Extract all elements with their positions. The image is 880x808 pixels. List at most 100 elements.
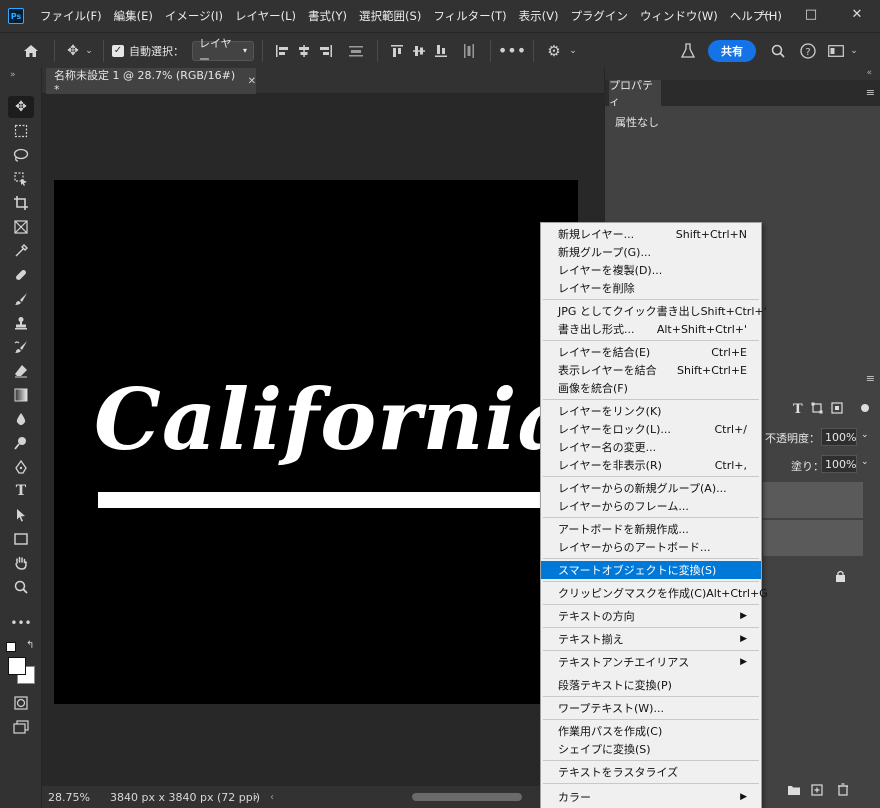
menu-item-convert-to-smart-object[interactable]: スマートオブジェクトに変換(S): [541, 561, 761, 579]
menu-item-new-layer[interactable]: 新規レイヤー... Shift+Ctrl+N: [541, 225, 761, 243]
new-group-icon[interactable]: [787, 784, 801, 799]
menu-item-link-layers[interactable]: レイヤーをリンク(K): [541, 402, 761, 420]
menu-item-delete-layer[interactable]: レイヤーを削除: [541, 279, 761, 297]
menu-item-color[interactable]: カラー ▶: [541, 788, 761, 806]
menu-layer[interactable]: レイヤー(L): [229, 8, 302, 24]
menu-item-convert-to-paragraph-text[interactable]: 段落テキストに変換(P): [541, 676, 761, 694]
text-layer-filter-icon[interactable]: T: [793, 402, 803, 417]
menu-item-text-antialias[interactable]: テキストアンチエイリアス ▶: [541, 653, 761, 671]
align-right-icon[interactable]: [315, 39, 337, 63]
menu-item-text-alignment[interactable]: テキスト揃え ▶: [541, 630, 761, 648]
home-icon[interactable]: [16, 39, 46, 63]
menu-item-text-orientation[interactable]: テキストの方向 ▶: [541, 607, 761, 625]
search-icon[interactable]: [766, 39, 790, 63]
rectangle-tool-icon[interactable]: [8, 528, 34, 550]
menu-item-convert-to-shape[interactable]: シェイプに変換(S): [541, 740, 761, 758]
workspace-icon[interactable]: [824, 39, 848, 63]
chevron-down-icon[interactable]: ⌄: [861, 457, 869, 467]
brush-tool-icon[interactable]: [8, 288, 34, 310]
menu-view[interactable]: 表示(V): [513, 8, 565, 24]
collapse-icon[interactable]: »: [10, 70, 16, 80]
status-expand-icon[interactable]: ›: [254, 792, 258, 803]
close-tab-icon[interactable]: ✕: [248, 76, 256, 87]
layer-row[interactable]: [763, 520, 863, 556]
fill-input[interactable]: 100%: [821, 455, 857, 473]
move-tool-icon[interactable]: ✥: [8, 96, 34, 118]
menu-image[interactable]: イメージ(I): [159, 8, 229, 24]
menu-item-group-from-layers[interactable]: レイヤーからの新規グループ(A)...: [541, 479, 761, 497]
new-layer-icon[interactable]: [811, 784, 823, 799]
object-selection-tool-icon[interactable]: [8, 168, 34, 190]
menu-type[interactable]: 書式(Y): [302, 8, 353, 24]
distribute-icon[interactable]: [343, 39, 369, 63]
align-top-icon[interactable]: [386, 39, 408, 63]
share-button[interactable]: 共有: [708, 39, 756, 62]
panel-menu-icon[interactable]: ≡: [866, 86, 875, 99]
align-bottom-icon[interactable]: [430, 39, 452, 63]
pen-tool-icon[interactable]: [8, 456, 34, 478]
path-selection-tool-icon[interactable]: [8, 504, 34, 526]
opacity-input[interactable]: 100%: [821, 428, 857, 446]
eraser-tool-icon[interactable]: [8, 360, 34, 382]
auto-select-target-dropdown[interactable]: レイヤー ▾: [192, 37, 254, 66]
align-middle-icon[interactable]: [408, 39, 430, 63]
distribute-vertical-icon[interactable]: [456, 39, 482, 63]
collapse-panels-icon[interactable]: «: [866, 68, 872, 78]
menu-item-artboard-from-layers[interactable]: レイヤーからのアートボード...: [541, 538, 761, 556]
gradient-tool-icon[interactable]: [8, 384, 34, 406]
swap-colors-icon[interactable]: ↰: [26, 640, 34, 651]
menu-item-warp-text[interactable]: ワープテキスト(W)...: [541, 699, 761, 717]
menu-item-rename-layer[interactable]: レイヤー名の変更...: [541, 438, 761, 456]
more-options-icon[interactable]: •••: [498, 39, 526, 63]
panel-menu-icon[interactable]: ≡: [866, 372, 875, 385]
menu-select[interactable]: 選択範囲(S): [353, 8, 427, 24]
menu-item-duplicate-layer[interactable]: レイヤーを複製(D)...: [541, 261, 761, 279]
tab-properties[interactable]: プロパティ: [609, 79, 661, 108]
horizontal-scrollbar[interactable]: [412, 793, 522, 801]
menu-item-rasterize-type[interactable]: テキストをラスタライズ: [541, 763, 761, 781]
menu-item-create-work-path[interactable]: 作業用パスを作成(C): [541, 722, 761, 740]
crop-tool-icon[interactable]: [8, 192, 34, 214]
clone-stamp-tool-icon[interactable]: [8, 312, 34, 334]
maximize-button[interactable]: □: [788, 0, 834, 28]
menu-window[interactable]: ウィンドウ(W): [634, 8, 724, 24]
screen-mode-icon[interactable]: [8, 716, 34, 738]
filter-toggle-icon[interactable]: [859, 402, 871, 417]
menu-item-export-as[interactable]: 書き出し形式... Alt+Shift+Ctrl+': [541, 320, 761, 338]
menu-item-merge-layers[interactable]: レイヤーを結合(E) Ctrl+E: [541, 343, 761, 361]
menu-item-quick-export-jpg[interactable]: JPG としてクイック書き出し Shift+Ctrl+': [541, 302, 767, 320]
dodge-tool-icon[interactable]: [8, 432, 34, 454]
marquee-tool-icon[interactable]: [8, 120, 34, 142]
lasso-tool-icon[interactable]: [8, 144, 34, 166]
menu-item-new-artboard[interactable]: アートボードを新規作成...: [541, 520, 761, 538]
align-left-icon[interactable]: [271, 39, 293, 63]
scroll-left-icon[interactable]: ‹: [270, 792, 274, 803]
close-button[interactable]: ✕: [834, 0, 880, 28]
menu-file[interactable]: ファイル(F): [34, 8, 108, 24]
gear-icon[interactable]: ⚙: [542, 39, 566, 63]
quick-mask-icon[interactable]: [8, 692, 34, 714]
menu-item-new-group[interactable]: 新規グループ(G)...: [541, 243, 761, 261]
auto-select-checkbox[interactable]: ✓: [112, 44, 124, 57]
zoom-tool-icon[interactable]: [8, 576, 34, 598]
menu-filter[interactable]: フィルター(T): [427, 8, 512, 24]
document-canvas[interactable]: California: [54, 180, 578, 704]
frame-tool-icon[interactable]: [8, 216, 34, 238]
help-icon[interactable]: ?: [796, 39, 820, 63]
blur-tool-icon[interactable]: [8, 408, 34, 430]
chevron-down-icon[interactable]: ⌄: [848, 39, 860, 63]
eyedropper-tool-icon[interactable]: [8, 240, 34, 262]
minimize-button[interactable]: —: [742, 0, 788, 28]
menu-item-lock-layers[interactable]: レイヤーをロック(L)... Ctrl+/: [541, 420, 761, 438]
type-tool-icon[interactable]: T: [8, 480, 34, 502]
menu-plugins[interactable]: プラグイン: [564, 8, 634, 24]
align-center-icon[interactable]: [293, 39, 315, 63]
trash-icon[interactable]: [837, 783, 849, 799]
move-tool-icon[interactable]: ✥: [63, 39, 83, 63]
healing-brush-tool-icon[interactable]: [8, 264, 34, 286]
menu-item-merge-visible[interactable]: 表示レイヤーを結合 Shift+Ctrl+E: [541, 361, 761, 379]
chevron-down-icon[interactable]: ⌄: [861, 430, 869, 440]
more-tools-icon[interactable]: •••: [8, 612, 34, 634]
history-brush-tool-icon[interactable]: [8, 336, 34, 358]
hand-tool-icon[interactable]: [8, 552, 34, 574]
